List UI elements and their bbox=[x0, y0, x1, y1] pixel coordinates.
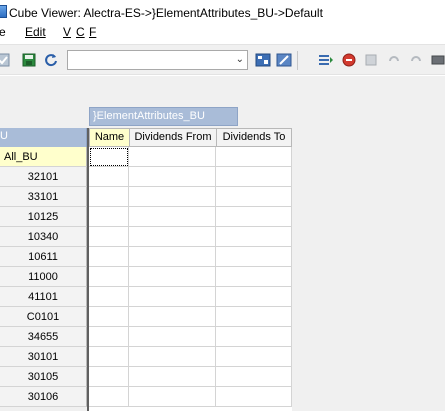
menu-bar: e Edit V C F bbox=[0, 25, 445, 43]
grid-cell[interactable] bbox=[89, 267, 129, 287]
grid-cell[interactable] bbox=[216, 347, 292, 367]
grid-cell[interactable] bbox=[216, 387, 292, 407]
recalculate-check-icon[interactable] bbox=[0, 53, 10, 67]
grid-cell[interactable] bbox=[89, 167, 129, 187]
menu-item-format[interactable]: F bbox=[89, 25, 96, 39]
row-header[interactable]: 10611 bbox=[0, 247, 87, 267]
grid-cell[interactable] bbox=[216, 227, 292, 247]
row-header[interactable]: All_BU bbox=[0, 147, 87, 167]
grid-cell[interactable] bbox=[89, 327, 129, 347]
grid-cell[interactable] bbox=[129, 307, 216, 327]
grid-cell[interactable] bbox=[129, 247, 216, 267]
grid-cell[interactable] bbox=[216, 287, 292, 307]
row-header[interactable]: 30106 bbox=[0, 387, 87, 407]
menu-item-view[interactable]: V bbox=[63, 25, 71, 39]
view-selector-combo[interactable]: ⌄ bbox=[67, 50, 248, 70]
grid-cell[interactable] bbox=[129, 387, 216, 407]
refresh-icon[interactable] bbox=[44, 53, 58, 67]
grid-cell[interactable] bbox=[129, 347, 216, 367]
toolbar-separator bbox=[297, 51, 298, 70]
data-grid bbox=[89, 147, 292, 411]
grid-cell[interactable] bbox=[129, 367, 216, 387]
grid-cell[interactable] bbox=[89, 307, 129, 327]
grid-cell[interactable] bbox=[89, 247, 129, 267]
grid-cell[interactable] bbox=[216, 247, 292, 267]
grid-cell[interactable] bbox=[216, 167, 292, 187]
grid-cell[interactable] bbox=[216, 367, 292, 387]
grid-cell[interactable] bbox=[216, 207, 292, 227]
calculator-icon[interactable] bbox=[255, 53, 271, 67]
export-rows-icon[interactable] bbox=[318, 53, 334, 67]
column-header-name[interactable]: Name bbox=[89, 128, 130, 147]
window-title: Cube Viewer: Alectra-ES->}ElementAttribu… bbox=[9, 6, 323, 20]
grid-cell[interactable] bbox=[89, 147, 129, 167]
suppress-zeros-icon[interactable] bbox=[276, 53, 292, 67]
menu-item-edit[interactable]: Edit bbox=[25, 25, 46, 39]
grid-cell[interactable] bbox=[129, 227, 216, 247]
grid-cell[interactable] bbox=[129, 167, 216, 187]
row-dimension-label: U bbox=[0, 130, 8, 142]
stop-icon[interactable] bbox=[342, 53, 358, 67]
menu-item-file[interactable]: e bbox=[0, 25, 6, 39]
redo-icon bbox=[411, 56, 421, 62]
grid-cell[interactable] bbox=[89, 347, 129, 367]
grid-cell[interactable] bbox=[129, 287, 216, 307]
column-header-dividends-from[interactable]: Dividends From bbox=[129, 128, 217, 147]
row-header[interactable]: 10125 bbox=[0, 207, 87, 227]
grid-cell[interactable] bbox=[216, 187, 292, 207]
title-bar: Cube Viewer: Alectra-ES->}ElementAttribu… bbox=[0, 0, 445, 25]
grid-cell[interactable] bbox=[216, 147, 292, 167]
row-header[interactable]: 11000 bbox=[0, 267, 87, 287]
grid-cell[interactable] bbox=[89, 287, 129, 307]
grid-cell[interactable] bbox=[89, 207, 129, 227]
frozen-pane-divider bbox=[87, 128, 89, 411]
sandbox-icon bbox=[365, 54, 377, 66]
grid-cell[interactable] bbox=[89, 367, 129, 387]
save-icon[interactable] bbox=[22, 53, 36, 67]
grid-cell[interactable] bbox=[129, 327, 216, 347]
row-dimension-header[interactable]: U bbox=[0, 128, 87, 147]
grid-cell[interactable] bbox=[216, 267, 292, 287]
commit-icon[interactable] bbox=[431, 53, 445, 67]
row-header[interactable]: 10340 bbox=[0, 227, 87, 247]
toolbar: ⌄ bbox=[0, 44, 445, 75]
grid-cell[interactable] bbox=[89, 187, 129, 207]
grid-cell[interactable] bbox=[216, 327, 292, 347]
grid-cell[interactable] bbox=[129, 267, 216, 287]
column-header-dividends-to[interactable]: Dividends To bbox=[216, 128, 292, 147]
row-header[interactable]: 33101 bbox=[0, 187, 87, 207]
column-dimension-tab[interactable]: }ElementAttributes_BU bbox=[89, 107, 238, 126]
grid-cell[interactable] bbox=[216, 307, 292, 327]
grid-cell[interactable] bbox=[129, 207, 216, 227]
grid-cell[interactable] bbox=[89, 387, 129, 407]
grid-cell[interactable] bbox=[129, 187, 216, 207]
app-icon bbox=[0, 5, 7, 18]
chevron-down-icon[interactable]: ⌄ bbox=[236, 54, 244, 65]
row-header[interactable]: 34655 bbox=[0, 327, 87, 347]
row-header[interactable]: 30101 bbox=[0, 347, 87, 367]
menu-item-cube[interactable]: C bbox=[76, 25, 85, 39]
undo-icon bbox=[389, 56, 399, 62]
row-header[interactable]: 30105 bbox=[0, 367, 87, 387]
row-header[interactable]: 32101 bbox=[0, 167, 87, 187]
row-header[interactable]: 41101 bbox=[0, 287, 87, 307]
grid-cell[interactable] bbox=[129, 147, 216, 167]
grid-cell[interactable] bbox=[89, 227, 129, 247]
row-header[interactable]: C0101 bbox=[0, 307, 87, 327]
